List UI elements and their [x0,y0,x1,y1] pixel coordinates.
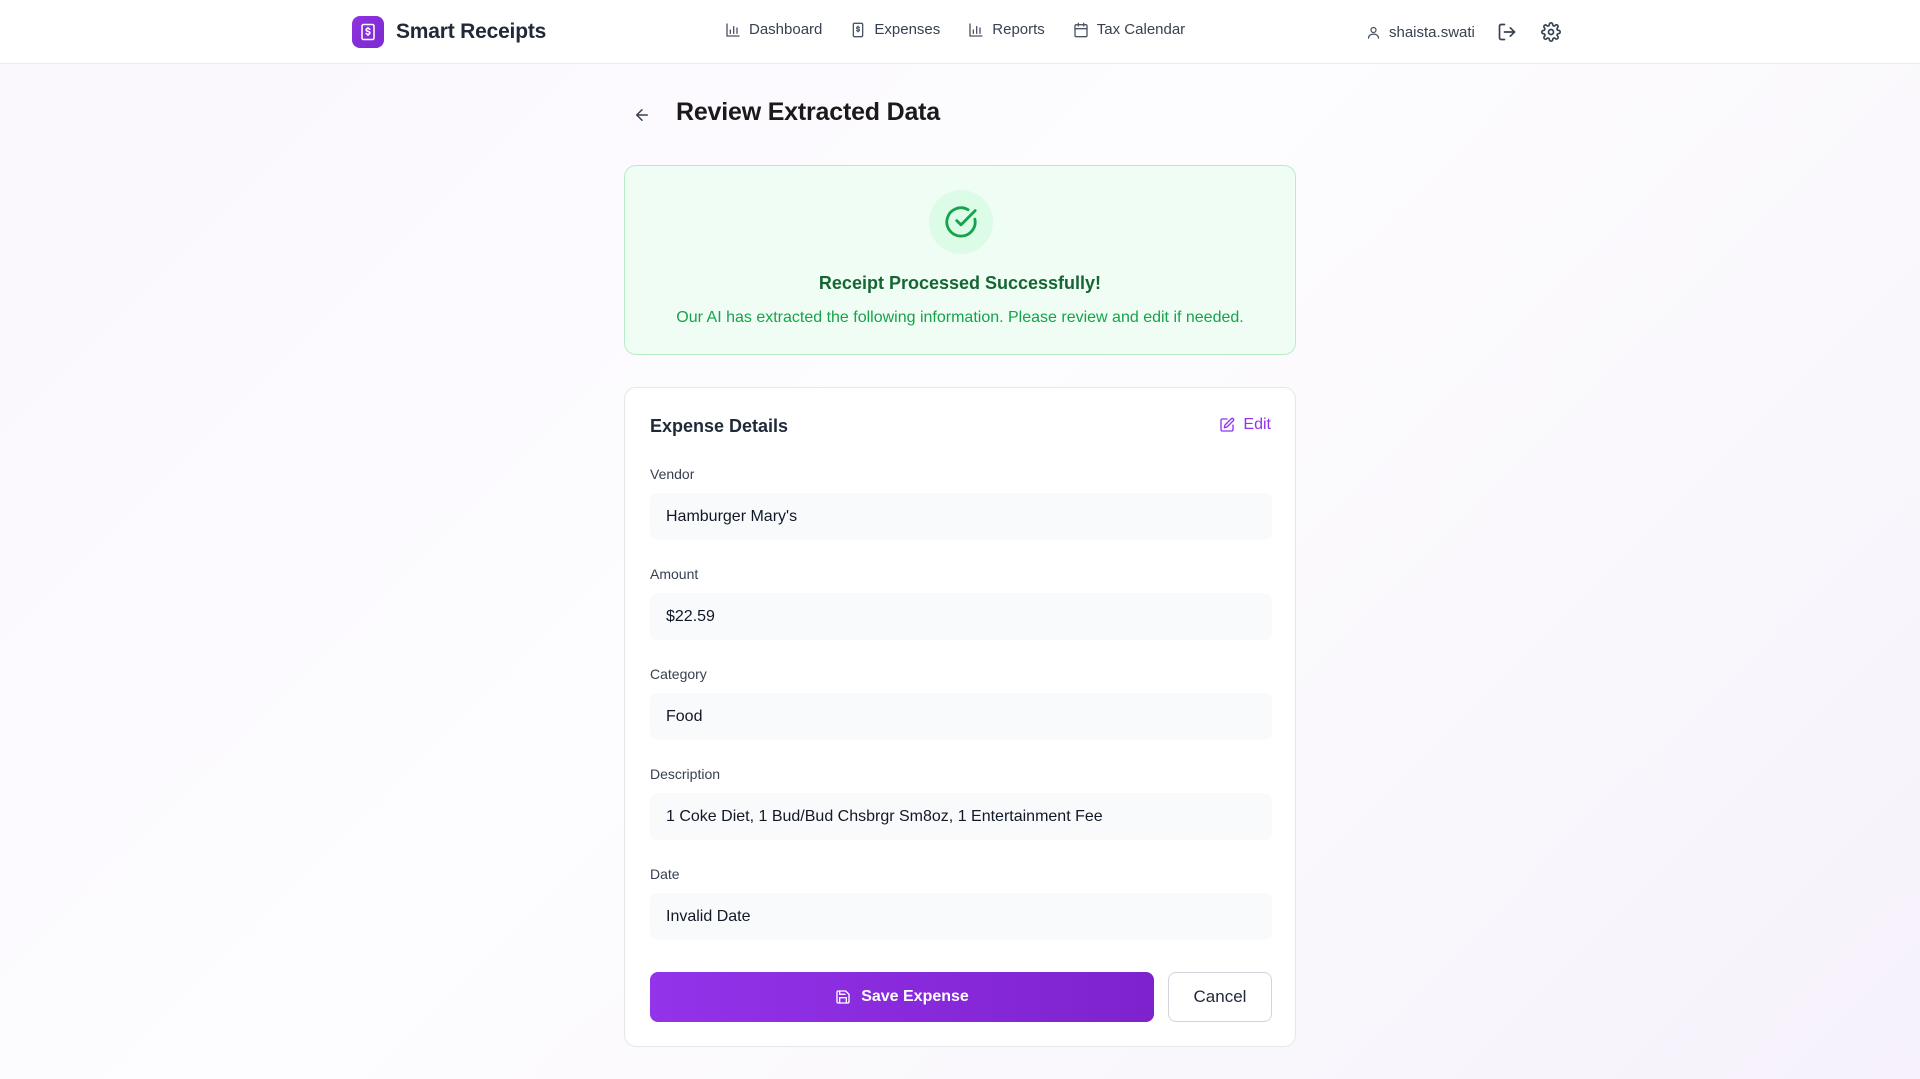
description-field[interactable] [650,793,1272,840]
save-label: Save Expense [861,988,969,1005]
date-label: Date [650,866,680,882]
back-button[interactable] [628,103,656,127]
arrow-left-icon [636,109,648,121]
receipt-dollar-icon [352,16,384,48]
save-expense-button[interactable]: Save Expense [650,972,1154,1022]
logout-icon[interactable] [1495,20,1519,44]
amount-field[interactable] [650,593,1272,640]
nav-item-reports[interactable]: Reports [968,21,1045,38]
nav-item-dashboard[interactable]: Dashboard [725,21,822,38]
save-icon [836,990,850,1004]
nav-item-tax-calendar[interactable]: Tax Calendar [1073,21,1185,38]
edit-button[interactable]: Edit [1219,416,1271,434]
success-title: Receipt Processed Successfully! [818,273,1102,293]
app-name: Smart Receipts [396,20,547,43]
success-message: Our AI has extracted the following infor… [676,309,1244,326]
edit-icon [1220,417,1235,432]
amount-label: Amount [650,566,699,582]
brand[interactable]: Smart Receipts [352,16,546,48]
cancel-button[interactable]: Cancel [1168,972,1272,1022]
username: shaista.swati [1389,23,1475,41]
bar-chart-icon [726,22,740,37]
top-navbar: Smart Receipts Dashboard Expenses Report… [0,0,1920,64]
vendor-field[interactable] [650,493,1272,540]
nav-label-tax-calendar: Tax Calendar [1096,21,1186,38]
gear-icon[interactable] [1539,20,1563,44]
bar-chart-icon [969,22,983,37]
receipt-icon [853,22,864,37]
success-banner: Receipt Processed Successfully! Our AI h… [624,165,1296,355]
expense-details-card: Expense Details Edit Vendor Amount Categ… [624,387,1296,1047]
nav-label-expenses: Expenses [874,21,941,38]
nav-label-dashboard: Dashboard [749,21,823,38]
page-title: Review Extracted Data [676,98,940,126]
user-icon [1367,26,1380,39]
category-label: Category [650,666,707,682]
section-title: Expense Details [650,416,789,436]
description-label: Description [650,766,721,782]
check-circle-icon [929,190,993,254]
category-field[interactable] [650,693,1272,740]
nav-item-expenses[interactable]: Expenses [850,21,940,38]
nav-label-reports: Reports [992,21,1045,38]
date-field[interactable] [650,893,1272,940]
user-area: shaista.swati [1366,20,1563,44]
main-nav: Dashboard Expenses Reports Tax Calendar [725,21,1185,38]
calendar-icon [1074,22,1088,37]
vendor-label: Vendor [650,466,695,482]
user-menu[interactable]: shaista.swati [1366,24,1475,41]
edit-label: Edit [1243,416,1271,433]
